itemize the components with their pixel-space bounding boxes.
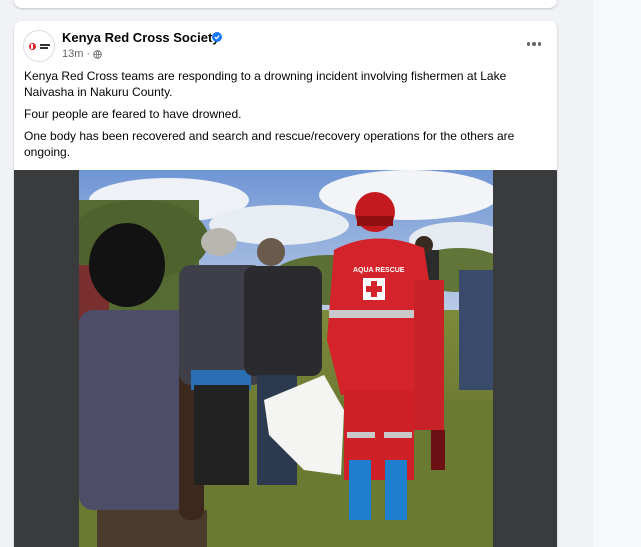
- page-name-link[interactable]: Kenya Red Cross Society: [62, 30, 220, 45]
- more-options-icon: [526, 42, 531, 46]
- post-media[interactable]: AQUA RESCUE: [14, 170, 557, 547]
- verified-badge-icon: [212, 32, 222, 42]
- jacket-label: AQUA RESCUE: [353, 267, 405, 274]
- post-card: Kenya Red Cross Society 13m · Kenya Red …: [14, 21, 557, 547]
- meta-separator: ·: [86, 48, 91, 60]
- post-photo[interactable]: AQUA RESCUE: [79, 170, 493, 547]
- rescue-scene-image: AQUA RESCUE: [79, 170, 493, 547]
- post-paragraph: Kenya Red Cross teams are responding to …: [24, 69, 507, 99]
- logo-wordmark: [39, 43, 50, 49]
- red-cross-logo-icon: [28, 42, 36, 50]
- post-timestamp[interactable]: 13m: [62, 48, 83, 60]
- globe-icon: [93, 49, 102, 59]
- previous-post-card-edge: [14, 0, 557, 8]
- post-paragraph: Four people are feared to have drowned.: [24, 107, 242, 121]
- post-paragraph: One body has been recovered and search a…: [24, 129, 515, 159]
- more-options-dot: [532, 42, 536, 46]
- more-options-dot: [537, 42, 542, 46]
- page-avatar[interactable]: [23, 30, 55, 62]
- post-message: Kenya Red Cross teams are responding to …: [24, 68, 544, 166]
- post-meta: 13m ·: [62, 48, 102, 60]
- right-sidebar-area: [593, 0, 641, 547]
- post-header: Kenya Red Cross Society 13m ·: [14, 21, 557, 69]
- more-options-button[interactable]: [523, 33, 545, 55]
